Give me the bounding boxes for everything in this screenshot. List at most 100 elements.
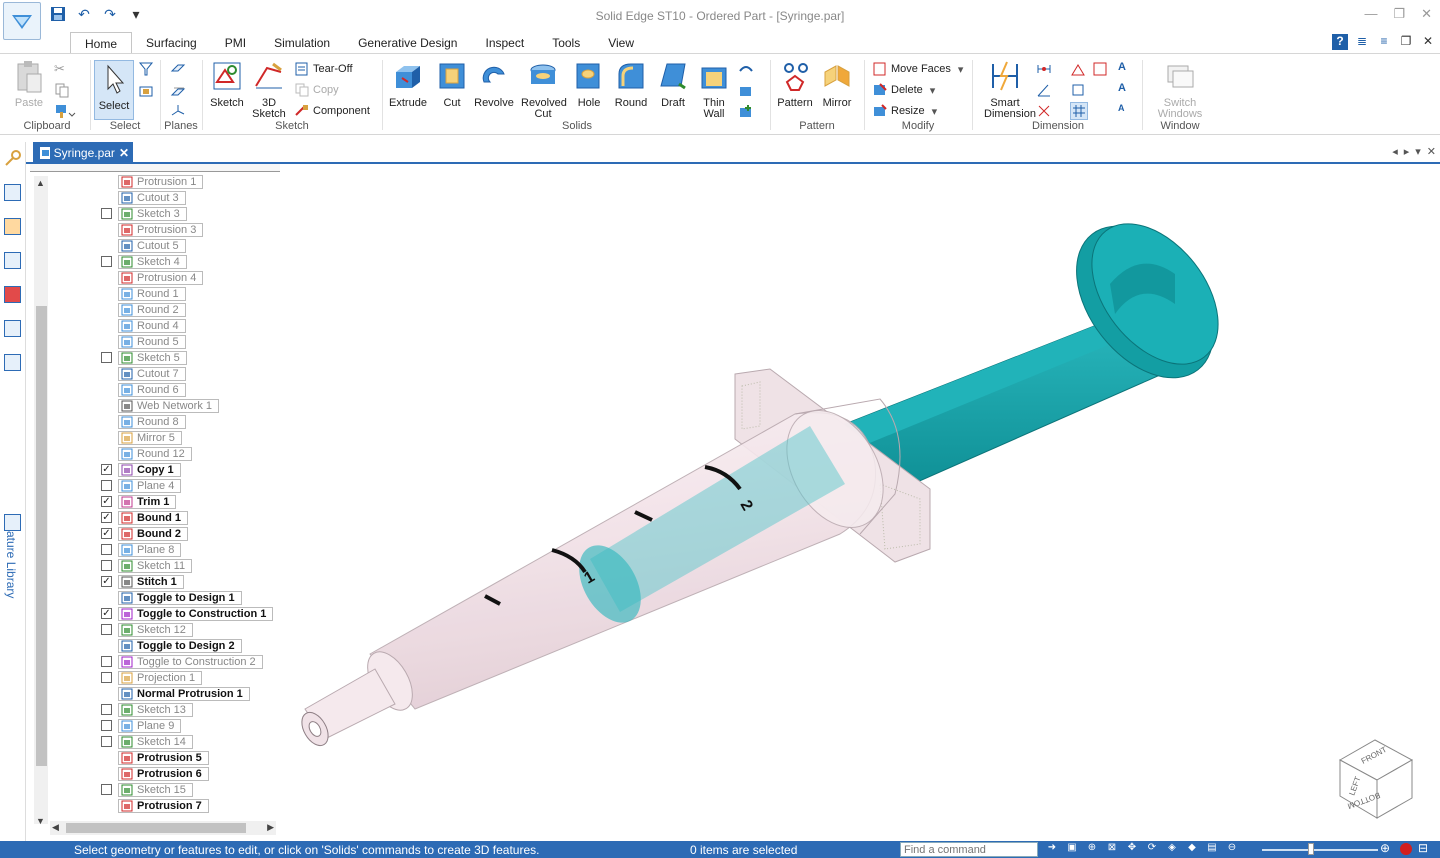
relate-button[interactable] <box>1092 60 1108 78</box>
sensors-tab-icon[interactable] <box>4 320 21 337</box>
feature-item[interactable]: Toggle to Design 1 <box>118 591 242 605</box>
zoom-slider[interactable] <box>1262 849 1378 851</box>
visibility-checkbox[interactable] <box>101 672 112 683</box>
feature-item[interactable]: Sketch 11 <box>118 559 193 573</box>
feature-item[interactable]: Normal Protrusion 1 <box>118 687 250 701</box>
feature-item[interactable]: Protrusion 1 <box>118 175 204 189</box>
tab-surfacing[interactable]: Surfacing <box>132 32 211 54</box>
feature-item[interactable]: Projection 1 <box>118 671 203 685</box>
path-finder-key-icon[interactable] <box>4 150 21 167</box>
tree-row[interactable]: Round 8 <box>30 414 280 430</box>
feature-item[interactable]: Cutout 3 <box>118 191 186 205</box>
command-finder-go-icon[interactable]: ➜ <box>1044 842 1060 857</box>
feature-item[interactable]: Protrusion 4 <box>118 271 204 285</box>
normal-button[interactable] <box>738 81 754 99</box>
tab-prev-icon[interactable]: ◂ <box>1392 145 1398 158</box>
feature-item[interactable]: Web Network 1 <box>118 399 219 413</box>
graphics-window[interactable]: 1 2 FRONT LEFT BOTTOM <box>280 164 1440 840</box>
select-filter-button[interactable] <box>138 60 154 78</box>
tree-row[interactable]: ✓ Stitch 1 <box>30 574 280 590</box>
tree-row[interactable]: Cutout 5 <box>30 238 280 254</box>
scroll-left-icon[interactable]: ◀ <box>52 822 59 833</box>
scroll-right-icon[interactable]: ▶ <box>267 822 274 833</box>
tree-row[interactable]: Projection 1 <box>30 670 280 686</box>
stop-record-icon[interactable] <box>1400 843 1412 855</box>
thin-wall-button[interactable]: Thin Wall <box>693 58 735 120</box>
shaded-view-icon[interactable]: ◆ <box>1184 842 1200 857</box>
colors-tab-icon[interactable] <box>4 286 21 303</box>
tree-row[interactable]: Sketch 14 <box>30 734 280 750</box>
zoom-area-icon[interactable]: ▣ <box>1064 842 1080 857</box>
tree-row[interactable]: Round 6 <box>30 382 280 398</box>
family-of-parts-icon[interactable] <box>4 252 21 269</box>
rotate-icon[interactable]: ⟳ <box>1144 842 1160 857</box>
syringe-model[interactable]: 1 2 FRONT LEFT BOTTOM <box>280 164 1440 840</box>
tab-generative-design[interactable]: Generative Design <box>344 32 471 54</box>
feature-item[interactable]: Round 2 <box>118 303 186 317</box>
visibility-checkbox[interactable] <box>101 704 112 715</box>
select-tools-button[interactable] <box>138 82 154 100</box>
arrange-icon[interactable]: ≣ <box>1354 34 1370 50</box>
named-views-icon[interactable]: ▤ <box>1204 842 1220 857</box>
doc-restore-icon[interactable]: ❐ <box>1398 34 1414 50</box>
tab-pmi[interactable]: PMI <box>211 32 260 54</box>
tree-row[interactable]: Protrusion 3 <box>30 222 280 238</box>
revolve-button[interactable]: Revolve <box>473 58 515 109</box>
visibility-checkbox[interactable] <box>101 784 112 795</box>
tree-row[interactable]: Normal Protrusion 1 <box>30 686 280 702</box>
tab-home[interactable]: Home <box>70 32 133 54</box>
feature-item[interactable]: Plane 9 <box>118 719 182 733</box>
feature-item[interactable]: Toggle to Construction 1 <box>118 607 274 621</box>
tree-row[interactable]: Plane 8 <box>30 542 280 558</box>
copy-sketch-button[interactable]: Copy <box>294 81 339 99</box>
tab-view[interactable]: View <box>594 32 648 54</box>
feature-item[interactable]: Round 1 <box>118 287 186 301</box>
visibility-checkbox[interactable] <box>101 208 112 219</box>
feature-item[interactable]: Bound 2 <box>118 527 188 541</box>
feature-item[interactable]: Toggle to Construction 2 <box>118 655 263 669</box>
smart-dimension-button[interactable]: Smart Dimension <box>984 58 1036 120</box>
symmetric-dimension-button[interactable] <box>1070 81 1086 99</box>
feature-item[interactable]: Round 12 <box>118 447 192 461</box>
tree-row[interactable]: Sketch 3 <box>30 206 280 222</box>
cut-clip-button[interactable]: ✂ <box>54 60 70 78</box>
tree-row[interactable]: Toggle to Construction 2 <box>30 654 280 670</box>
feature-item[interactable]: Trim 1 <box>118 495 177 509</box>
grid-dimension-button[interactable] <box>1070 102 1088 120</box>
draft-button[interactable]: Draft <box>652 58 694 109</box>
feature-item[interactable]: Round 8 <box>118 415 186 429</box>
library-tab-icon[interactable] <box>4 354 21 371</box>
feature-item[interactable]: Stitch 1 <box>118 575 184 589</box>
tab-simulation[interactable]: Simulation <box>260 32 344 54</box>
format-painter-button[interactable] <box>54 102 76 120</box>
tree-row[interactable]: Round 2 <box>30 302 280 318</box>
tree-row[interactable]: ✓ Bound 1 <box>30 510 280 526</box>
tree-row[interactable]: Toggle to Design 2 <box>30 638 280 654</box>
feature-item[interactable]: Cutout 7 <box>118 367 186 381</box>
feature-item[interactable]: Round 4 <box>118 319 186 333</box>
add-body-button[interactable] <box>738 102 754 120</box>
visibility-checkbox[interactable] <box>101 256 112 267</box>
zoom-out-icon[interactable]: ⊖ <box>1224 842 1240 857</box>
tree-row[interactable]: Toggle to Design 1 <box>30 590 280 606</box>
tree-row[interactable]: Sketch 13 <box>30 702 280 718</box>
pan-icon[interactable]: ✥ <box>1124 842 1140 857</box>
doc-close-icon[interactable]: ✕ <box>1420 34 1436 50</box>
coincident-plane-button[interactable] <box>170 60 186 78</box>
tab-next-icon[interactable]: ▸ <box>1404 145 1410 158</box>
path-finder-tab-icon[interactable] <box>4 184 21 201</box>
help-icon[interactable]: ? <box>1332 34 1348 50</box>
distance-between-button[interactable] <box>1036 60 1052 78</box>
tree-row[interactable]: Round 5 <box>30 334 280 350</box>
feature-item[interactable]: Bound 1 <box>118 511 188 525</box>
command-finder-input[interactable] <box>900 842 1038 857</box>
tree-row[interactable]: Protrusion 7 <box>30 798 280 814</box>
copy-clip-button[interactable] <box>54 81 70 99</box>
feature-item[interactable]: Sketch 12 <box>118 623 193 637</box>
mirror-button[interactable]: Mirror <box>816 58 858 109</box>
tear-off-button[interactable]: Tear-Off <box>294 60 353 78</box>
text-small-button[interactable]: A <box>1118 102 1134 120</box>
feature-item[interactable]: Protrusion 7 <box>118 799 209 813</box>
feature-item[interactable]: Toggle to Design 2 <box>118 639 242 653</box>
horizontal-scrollbar[interactable]: ◀ ▶ <box>50 821 276 835</box>
